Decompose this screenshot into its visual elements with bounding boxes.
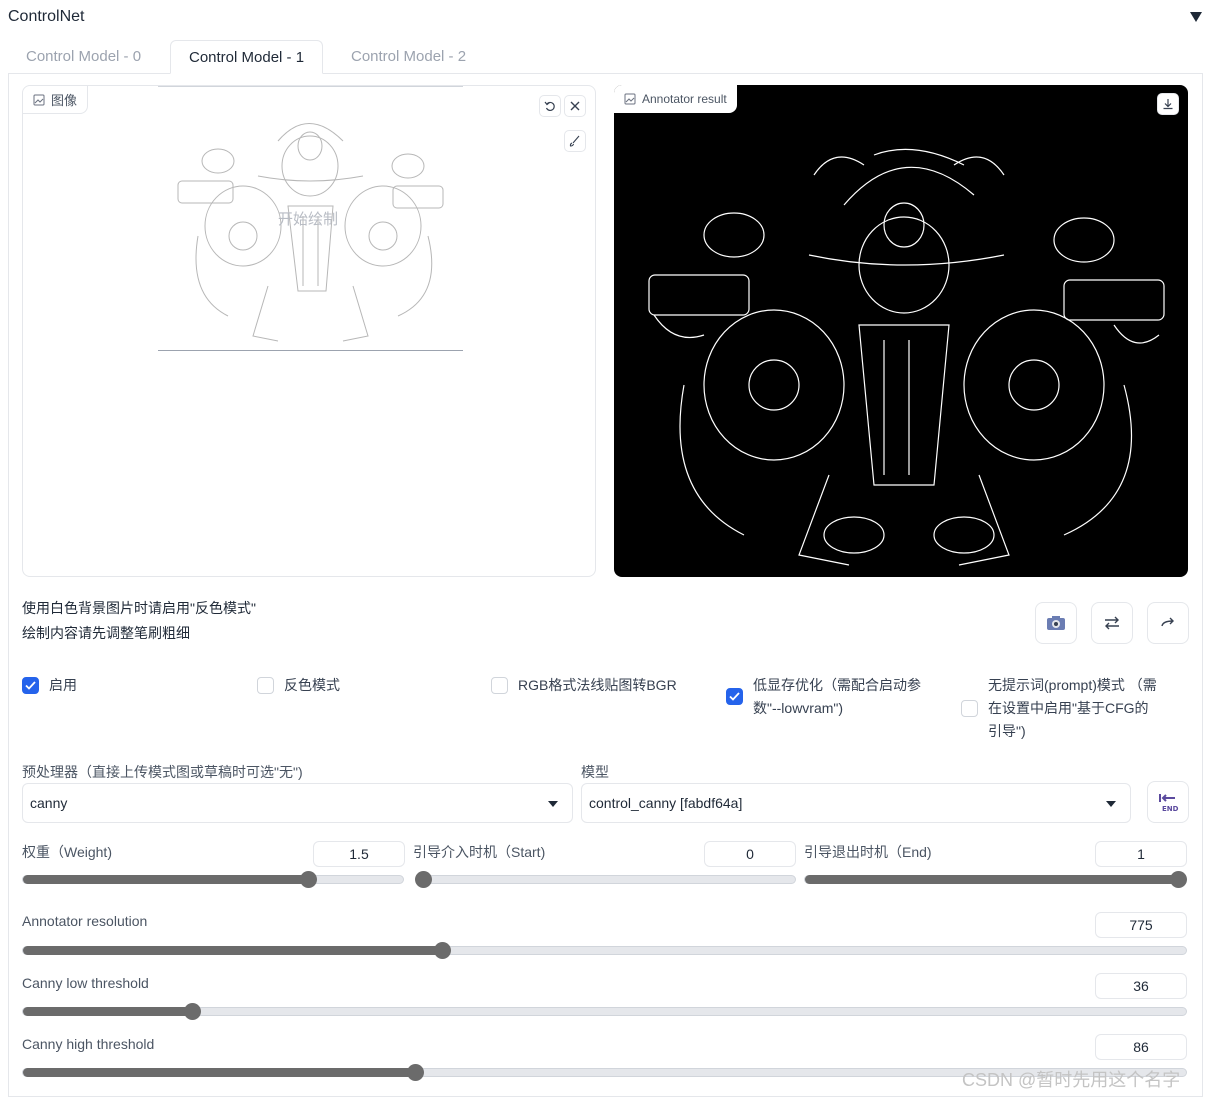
rgb-bgr-label: RGB格式法线贴图转BGR <box>518 677 677 693</box>
annotator-resolution-slider[interactable] <box>22 942 1187 959</box>
checkmark-icon <box>25 681 36 690</box>
start-label: 引导介入时机（Start) <box>413 844 546 860</box>
canny-high-label: Canny high threshold <box>22 1036 155 1052</box>
checkmark-icon <box>729 692 740 701</box>
section-title: ControlNet <box>8 8 85 25</box>
refresh-models-button[interactable]: END <box>1147 781 1189 823</box>
annotator-result-panel: Annotator result <box>614 85 1188 577</box>
invert-checkbox[interactable]: 反色模式 <box>257 674 340 697</box>
slider-thumb[interactable] <box>415 871 432 888</box>
image-label-text: 图像 <box>51 93 78 108</box>
slider-thumb[interactable] <box>183 1003 201 1020</box>
image-canvas[interactable]: 图像 开始绘制 <box>22 85 596 577</box>
checkbox-box[interactable] <box>726 688 743 705</box>
undo-button[interactable] <box>539 95 561 117</box>
swap-arrows-icon <box>1105 616 1119 630</box>
chevron-down-icon <box>548 801 558 807</box>
send-dimensions-button[interactable] <box>1147 602 1189 644</box>
camera-icon <box>1047 616 1065 630</box>
image-icon <box>624 93 636 105</box>
chevron-down-icon <box>1106 801 1116 807</box>
canny-high-input[interactable]: 86 <box>1095 1034 1187 1060</box>
enable-checkbox[interactable]: 启用 <box>22 674 77 697</box>
checkbox-box[interactable] <box>22 677 39 694</box>
webcam-button[interactable] <box>1035 602 1077 644</box>
model-label: 模型 <box>581 764 609 780</box>
watermark-text: CSDN @暂时先用这个名字 <box>962 1070 1181 1090</box>
start-input[interactable]: 0 <box>704 841 796 867</box>
undo-icon <box>544 101 555 112</box>
guess-mode-label: 无提示词(prompt)模式 （需在设置中启用"基于CFG的引导") <box>988 677 1157 739</box>
annotator-resolution-label: Annotator resolution <box>22 913 148 929</box>
end-slider[interactable] <box>804 871 1187 888</box>
collapse-triangle-icon[interactable] <box>1189 10 1203 24</box>
lowvram-checkbox[interactable]: 低显存优化（需配合启动参数"--lowvram") <box>726 674 926 720</box>
tab-control-model-1[interactable]: Control Model - 1 <box>170 40 324 74</box>
end-input[interactable]: 1 <box>1095 841 1187 867</box>
annotator-result-label: Annotator result <box>614 85 737 113</box>
sketch-bottom-edge <box>158 350 463 351</box>
mirror-button[interactable] <box>1091 602 1133 644</box>
brush-icon <box>569 135 580 147</box>
curved-arrow-icon <box>1161 617 1174 627</box>
annotator-resolution-input[interactable]: 775 <box>1095 912 1187 938</box>
back-to-end-icon: END <box>1159 794 1179 813</box>
download-icon <box>1163 99 1173 110</box>
tab-control-model-2[interactable]: Control Model - 2 <box>333 40 484 74</box>
image-icon <box>33 94 45 105</box>
invert-label: 反色模式 <box>284 677 340 693</box>
slider-thumb[interactable] <box>300 871 317 888</box>
download-button[interactable] <box>1157 93 1179 115</box>
svg-text:END: END <box>1162 805 1179 813</box>
model-tabs: Control Model - 0 Control Model - 1 Cont… <box>8 40 1203 74</box>
preprocessor-value: canny <box>30 795 68 811</box>
model-select[interactable]: control_canny [fabdf64a] <box>581 783 1131 823</box>
brush-hint-text: 绘制内容请先调整笔刷粗细 <box>22 625 190 641</box>
preprocessor-label: 预处理器（直接上传模式图或草稿时可选"无") <box>22 764 303 780</box>
clear-button[interactable] <box>564 95 586 117</box>
weight-label: 权重（Weight) <box>22 844 112 860</box>
slider-thumb[interactable] <box>1170 871 1187 888</box>
checkbox-box[interactable] <box>257 677 274 694</box>
lowvram-label: 低显存优化（需配合启动参数"--lowvram") <box>753 677 921 716</box>
checkbox-box[interactable] <box>961 700 978 717</box>
slider-fill <box>23 875 308 884</box>
preprocessor-select[interactable]: canny <box>22 783 573 823</box>
canny-low-input[interactable]: 36 <box>1095 973 1187 999</box>
invert-hint-text: 使用白色背景图片时请启用"反色模式" <box>22 600 256 616</box>
weight-slider[interactable] <box>22 871 404 888</box>
model-value: control_canny [fabdf64a] <box>589 795 743 811</box>
weight-input[interactable]: 1.5 <box>313 841 405 867</box>
brush-button[interactable] <box>564 130 586 152</box>
start-drawing-hint: 开始绘制 <box>278 211 339 228</box>
annotator-label-text: Annotator result <box>642 92 727 106</box>
rgb-bgr-checkbox[interactable]: RGB格式法线贴图转BGR <box>491 674 677 697</box>
end-label: 引导退出时机（End) <box>804 844 932 860</box>
slider-fill <box>23 1068 415 1077</box>
start-slider[interactable] <box>415 871 796 888</box>
annotator-edge-image <box>648 148 1165 566</box>
slider-fill <box>805 875 1178 884</box>
slider-thumb[interactable] <box>406 1064 424 1081</box>
checkbox-box[interactable] <box>491 677 508 694</box>
slider-thumb[interactable] <box>433 942 451 959</box>
canny-low-label: Canny low threshold <box>22 975 149 991</box>
slider-fill <box>23 946 442 955</box>
enable-label: 启用 <box>49 677 77 693</box>
canny-low-slider[interactable] <box>22 1003 1187 1020</box>
guess-mode-checkbox[interactable]: 无提示词(prompt)模式 （需在设置中启用"基于CFG的引导") <box>961 674 1161 743</box>
slider-fill <box>23 1007 192 1016</box>
tab-control-model-0[interactable]: Control Model - 0 <box>8 40 159 74</box>
close-icon <box>570 101 580 111</box>
controlnet-header[interactable]: ControlNet <box>8 8 1203 30</box>
image-label: 图像 <box>23 86 89 114</box>
